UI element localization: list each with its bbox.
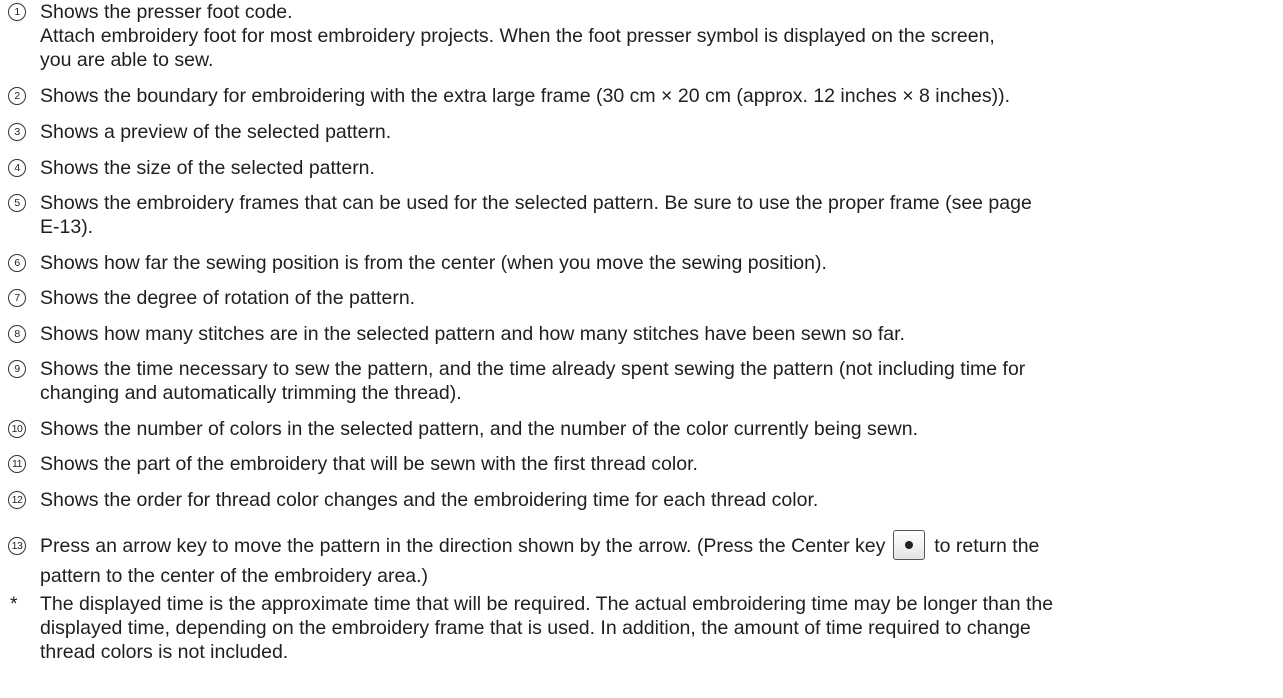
item-line: Shows the number of colors in the select…: [40, 418, 918, 440]
item-line: Shows how many stitches are in the selec…: [40, 323, 905, 345]
note-text: The displayed time is the approximate ti…: [40, 592, 1275, 664]
item-text: Shows the boundary for embroidering with…: [40, 84, 1275, 108]
item-text: Shows the order for thread color changes…: [40, 488, 1275, 512]
item-number: 8: [8, 325, 26, 343]
item-line: Shows the embroidery frames that can be …: [40, 192, 1032, 214]
item-text: Shows how far the sewing position is fro…: [40, 251, 1275, 275]
item-text: Shows the time necessary to sew the patt…: [40, 357, 1275, 405]
item-line: E-13).: [40, 216, 94, 238]
item-number: 6: [8, 254, 26, 272]
item-text: Press an arrow key to move the pattern i…: [40, 530, 1275, 591]
item-number: 7: [8, 289, 26, 307]
item-number: 10: [8, 420, 26, 438]
item-text: Shows the part of the embroidery that wi…: [40, 452, 1275, 476]
item-line: Shows the size of the selected pattern.: [40, 157, 375, 179]
note-line: The displayed time is the approximate ti…: [40, 593, 1054, 615]
item-number: 11: [8, 455, 26, 473]
item-number: 12: [8, 491, 26, 509]
item-line: Shows the part of the embroidery that wi…: [40, 453, 698, 475]
item-number: 5: [8, 194, 26, 212]
item-line: pattern to the center of the embroidery …: [40, 565, 429, 587]
item-number: 1: [8, 3, 26, 21]
item-line: Attach embroidery foot for most embroide…: [40, 25, 995, 47]
item-line: Shows the degree of rotation of the patt…: [40, 287, 416, 309]
item-line: Press an arrow key to move the pattern i…: [40, 530, 1275, 561]
item-text: Shows the size of the selected pattern.: [40, 156, 1275, 180]
item-number: 3: [8, 123, 26, 141]
item-line: Shows the boundary for embroidering with…: [40, 85, 1011, 107]
item-line: you are able to sew.: [40, 49, 214, 71]
item-line: Shows a preview of the selected pattern.: [40, 121, 392, 143]
item-text-after-key: to return the: [934, 535, 1040, 557]
center-key-icon: [892, 530, 925, 560]
item-line: changing and automatically trimming the …: [40, 382, 462, 404]
item-text-before-key: Press an arrow key to move the pattern i…: [40, 535, 886, 557]
item-line: Shows the time necessary to sew the patt…: [40, 358, 1026, 380]
item-line: Shows the order for thread color changes…: [40, 489, 819, 511]
item-line: Shows the presser foot code.: [40, 1, 293, 23]
item-number: 13: [8, 537, 26, 555]
item-number: 9: [8, 360, 26, 378]
item-number: 4: [8, 159, 26, 177]
item-text: Shows how many stitches are in the selec…: [40, 322, 1275, 346]
item-line: Shows how far the sewing position is fro…: [40, 252, 827, 274]
item-text: Shows the number of colors in the select…: [40, 417, 1275, 441]
note-line: displayed time, depending on the embroid…: [40, 617, 1031, 639]
item-text: Shows the degree of rotation of the patt…: [40, 286, 1275, 310]
item-number: 2: [8, 87, 26, 105]
note-marker: *: [10, 593, 18, 615]
item-text: Shows a preview of the selected pattern.: [40, 120, 1275, 144]
item-text: Shows the presser foot code. Attach embr…: [40, 0, 1275, 72]
item-text: Shows the embroidery frames that can be …: [40, 191, 1275, 239]
note-line: thread colors is not included.: [40, 641, 289, 663]
